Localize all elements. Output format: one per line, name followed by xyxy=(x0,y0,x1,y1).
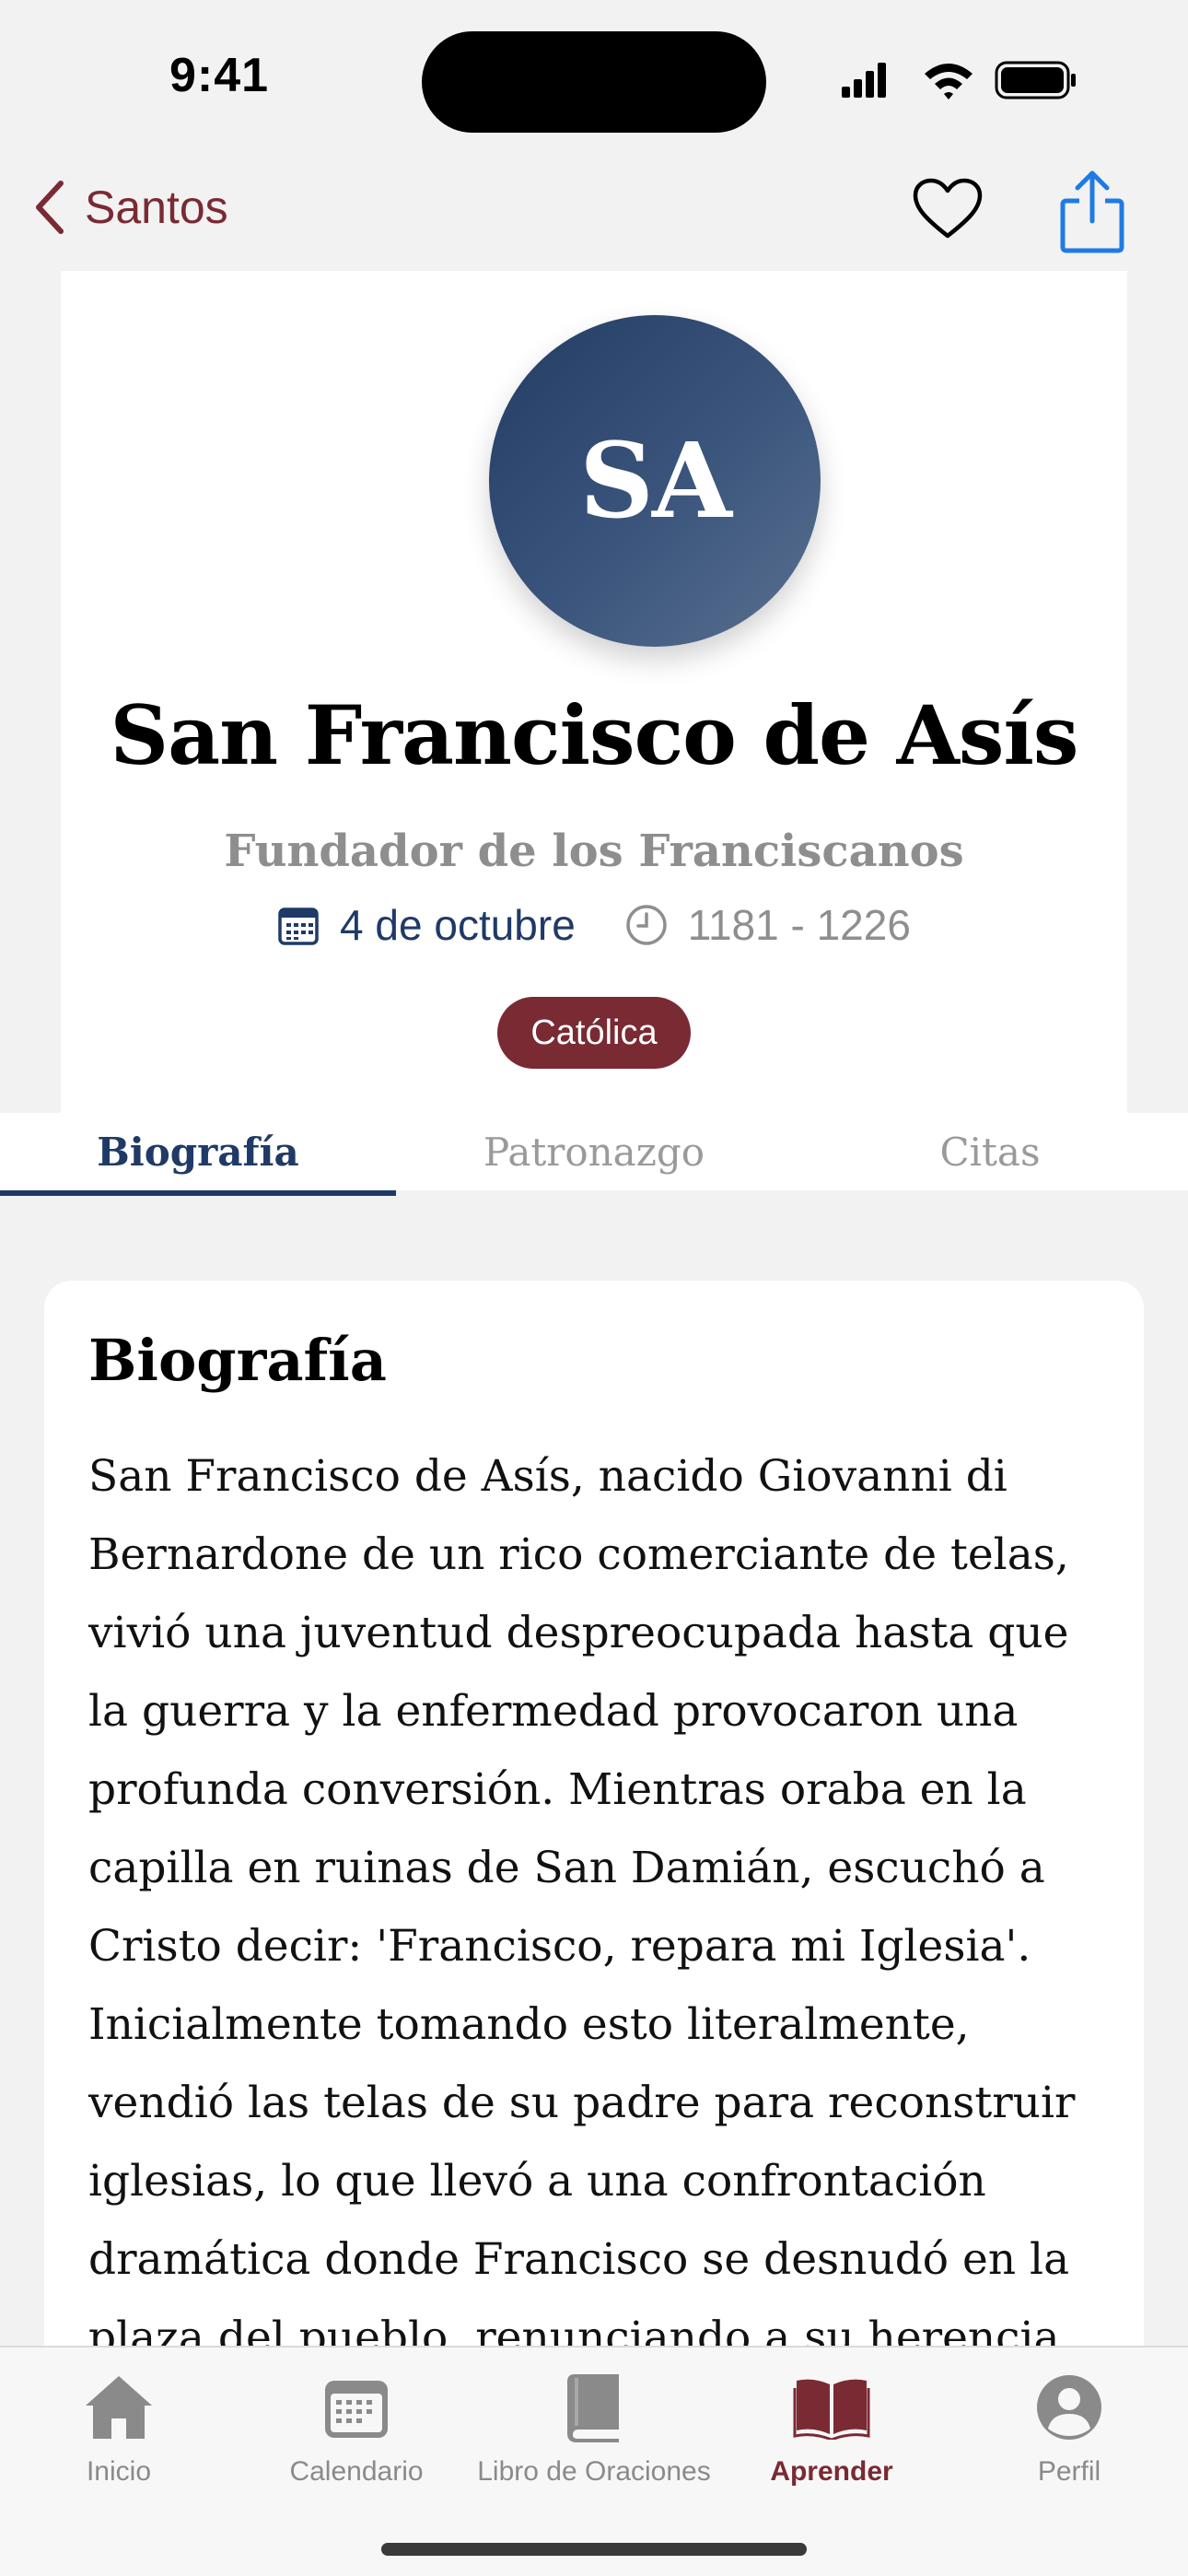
tradition-badge: Católica xyxy=(497,997,691,1069)
saint-header-card: SA San Francisco de Asís Fundador de los… xyxy=(61,271,1127,1115)
feast-date: 4 de octubre xyxy=(277,900,576,950)
tabbar-item-libro-de-oraciones[interactable]: Libro de Oraciones xyxy=(475,2366,713,2504)
saint-subtitle: Fundador de los Franciscanos xyxy=(224,825,964,877)
life-years: 1181 - 1226 xyxy=(625,900,911,950)
biography-card: Biografía San Francisco de Asís, nacido … xyxy=(44,1281,1144,2432)
tabbar-item-aprender[interactable]: Aprender xyxy=(713,2366,950,2504)
chevron-left-icon xyxy=(36,181,64,234)
dynamic-island xyxy=(422,31,766,133)
book-icon xyxy=(567,2374,619,2442)
tab-patronazgo[interactable]: Patronazgo xyxy=(396,1113,792,1190)
calendar-icon xyxy=(325,2381,388,2438)
tabbar-label: Inicio xyxy=(86,2456,152,2487)
status-bar: 9:41 xyxy=(0,0,1188,147)
saint-meta-row: 4 de octubre 1181 - 1226 xyxy=(61,897,1127,953)
home-indicator xyxy=(381,2543,807,2556)
house-icon xyxy=(86,2376,152,2439)
status-icons xyxy=(842,61,1076,100)
bottom-tab-bar: Inicio Calendario Libro de Oraciones Apr… xyxy=(0,2346,1188,2576)
clock-icon xyxy=(626,905,667,945)
status-time: 9:41 xyxy=(169,49,270,102)
saint-name: San Francisco de Asís xyxy=(110,687,1079,783)
tabbar-label: Libro de Oraciones xyxy=(477,2456,711,2487)
tabbar-label: Aprender xyxy=(770,2456,893,2487)
share-icon[interactable] xyxy=(1059,170,1125,254)
back-label: Santos xyxy=(85,181,228,233)
tabbar-item-calendario[interactable]: Calendario xyxy=(238,2366,475,2504)
tab-biografia[interactable]: Biografía xyxy=(0,1113,396,1196)
avatar-initials: SA xyxy=(579,420,732,542)
section-tabs: Biografía Patronazgo Citas xyxy=(0,1113,1188,1196)
back-button[interactable]: Santos xyxy=(33,175,228,240)
life-years-text: 1181 - 1226 xyxy=(687,901,911,949)
wifi-icon xyxy=(925,64,973,100)
signal-icon xyxy=(842,63,886,98)
open-book-icon xyxy=(793,2379,870,2440)
biography-title: Biografía xyxy=(88,1327,387,1394)
biography-text: San Francisco de Asís, nacido Giovanni d… xyxy=(88,1451,1076,2363)
feast-date-text: 4 de octubre xyxy=(340,901,576,949)
tabbar-label: Calendario xyxy=(289,2456,424,2487)
battery-icon xyxy=(995,61,1076,100)
calendar-icon xyxy=(278,907,319,945)
saint-avatar: SA xyxy=(489,315,821,647)
tabbar-label: Perfil xyxy=(1037,2456,1101,2487)
tab-citas[interactable]: Citas xyxy=(792,1113,1188,1190)
tabbar-item-inicio[interactable]: Inicio xyxy=(0,2366,238,2504)
person-icon xyxy=(1037,2375,1101,2440)
heart-icon[interactable] xyxy=(912,177,984,241)
tabbar-item-perfil[interactable]: Perfil xyxy=(950,2366,1188,2504)
